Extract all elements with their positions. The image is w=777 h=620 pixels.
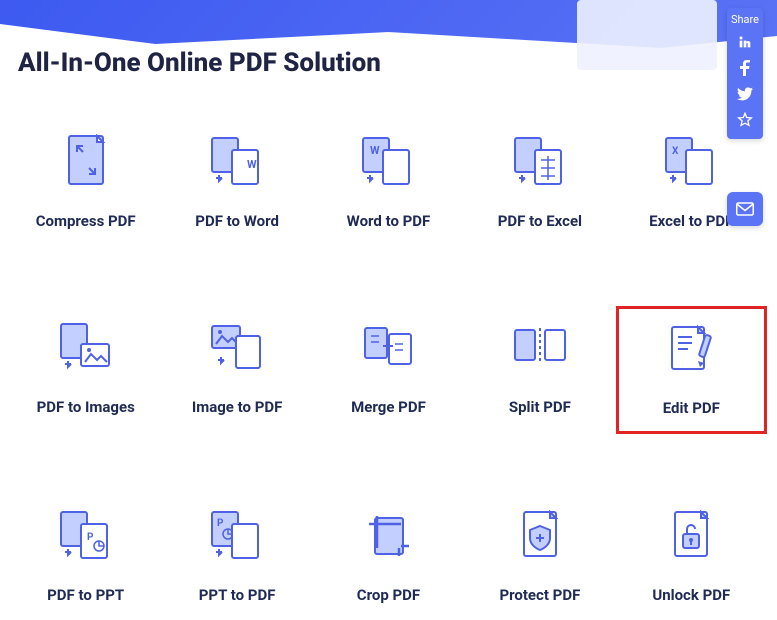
favorite-icon[interactable]	[731, 107, 759, 133]
tool-label: PDF to Excel	[498, 212, 582, 230]
tool-crop-pdf[interactable]: Crop PDF	[313, 494, 464, 620]
tool-pdf-to-excel[interactable]: PDF to Excel	[464, 120, 615, 246]
tool-label: Image to PDF	[192, 398, 283, 416]
tool-label: PDF to PPT	[47, 586, 124, 604]
email-button[interactable]	[727, 192, 763, 226]
tool-label: PPT to PDF	[199, 586, 276, 604]
tool-label: Word to PDF	[347, 212, 431, 230]
tool-edit-pdf[interactable]: Edit PDF	[616, 306, 767, 434]
tool-label: Crop PDF	[357, 586, 420, 604]
ppt-to-pdf-icon: P	[205, 506, 269, 564]
unlock-pdf-icon	[659, 506, 723, 564]
svg-text:P: P	[217, 518, 224, 529]
tool-label: PDF to Word	[195, 212, 279, 230]
pdf-to-images-icon	[54, 318, 118, 376]
split-pdf-icon	[508, 318, 572, 376]
svg-text:W: W	[247, 158, 257, 171]
compress-pdf-icon	[54, 132, 118, 190]
share-rail: Share	[727, 8, 763, 139]
twitter-icon[interactable]	[731, 81, 759, 107]
merge-pdf-icon	[356, 318, 420, 376]
share-label: Share	[731, 8, 759, 29]
facebook-icon[interactable]	[731, 55, 759, 81]
protect-pdf-icon	[508, 506, 572, 564]
tool-image-to-pdf[interactable]: Image to PDF	[161, 306, 312, 434]
linkedin-icon[interactable]	[731, 29, 759, 55]
tool-pdf-to-images[interactable]: PDF to Images	[10, 306, 161, 434]
tool-pdf-to-word[interactable]: W PDF to Word	[161, 120, 312, 246]
tool-label: Protect PDF	[499, 586, 580, 604]
svg-text:W: W	[370, 144, 380, 157]
tool-ppt-to-pdf[interactable]: P PPT to PDF	[161, 494, 312, 620]
pdf-to-excel-icon	[508, 132, 572, 190]
tool-label: Unlock PDF	[652, 586, 730, 604]
tool-label: PDF to Images	[37, 398, 135, 416]
tool-label: Excel to PDF	[649, 212, 733, 230]
pdf-to-word-icon: W	[205, 132, 269, 190]
image-to-pdf-icon	[205, 318, 269, 376]
tool-protect-pdf[interactable]: Protect PDF	[464, 494, 615, 620]
tool-compress-pdf[interactable]: Compress PDF	[10, 120, 161, 246]
tool-label: Merge PDF	[351, 398, 426, 416]
tool-unlock-pdf[interactable]: Unlock PDF	[616, 494, 767, 620]
tool-word-to-pdf[interactable]: W Word to PDF	[313, 120, 464, 246]
svg-text:X: X	[672, 146, 679, 157]
excel-to-pdf-icon: X	[659, 132, 723, 190]
tool-grid: Compress PDF W PDF to Word W Word to PDF…	[0, 120, 777, 620]
hero-illustration	[577, 0, 717, 70]
pdf-to-ppt-icon: P	[54, 506, 118, 564]
edit-pdf-icon	[659, 319, 723, 377]
tool-label: Split PDF	[509, 398, 571, 416]
page-title: All-In-One Online PDF Solution	[18, 48, 381, 78]
tool-split-pdf[interactable]: Split PDF	[464, 306, 615, 434]
tool-merge-pdf[interactable]: Merge PDF	[313, 306, 464, 434]
tool-label: Compress PDF	[36, 212, 136, 230]
svg-text:P: P	[87, 532, 94, 543]
crop-pdf-icon	[356, 506, 420, 564]
tool-label: Edit PDF	[663, 399, 720, 417]
word-to-pdf-icon: W	[356, 132, 420, 190]
tool-pdf-to-ppt[interactable]: P PDF to PPT	[10, 494, 161, 620]
